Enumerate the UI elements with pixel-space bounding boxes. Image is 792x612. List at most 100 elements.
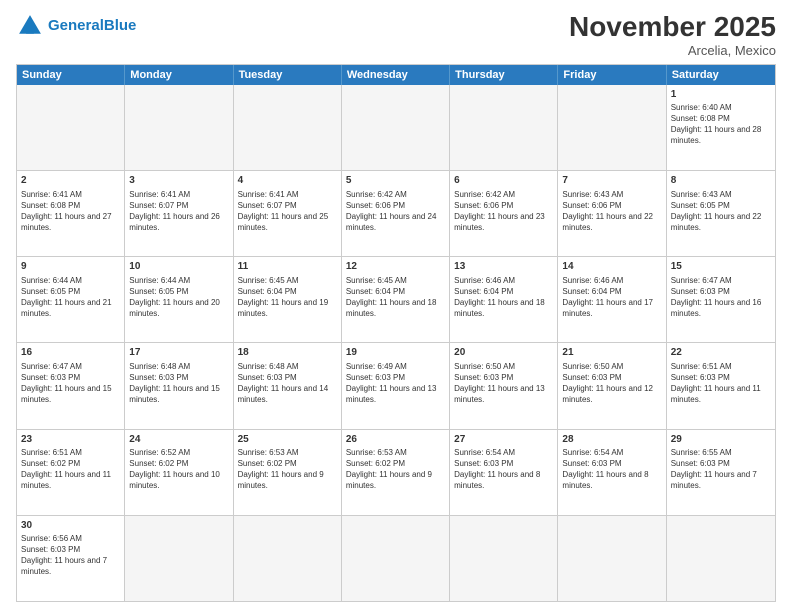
- logo-blue: Blue: [104, 17, 137, 34]
- daylight-text: Daylight: 11 hours and 7 minutes.: [21, 556, 107, 576]
- daylight-text: Daylight: 11 hours and 22 minutes.: [671, 212, 762, 232]
- daylight-text: Daylight: 11 hours and 9 minutes.: [346, 470, 432, 490]
- date-cell-5: 5 Sunrise: 6:42 AM Sunset: 6:06 PM Daylight…: [342, 171, 450, 256]
- logo-text: GeneralBlue: [48, 18, 136, 35]
- sunrise-text: Sunrise: 6:54 AM: [454, 448, 515, 457]
- sunrise-text: Sunrise: 6:42 AM: [346, 190, 407, 199]
- date-number: 10: [129, 260, 228, 274]
- sunset-text: Sunset: 6:03 PM: [454, 459, 513, 468]
- cell-info: Sunrise: 6:46 AMSunset: 6:04 PMDaylight:…: [562, 275, 661, 319]
- sunset-text: Sunset: 6:08 PM: [671, 114, 730, 123]
- daylight-text: Daylight: 11 hours and 19 minutes.: [238, 298, 329, 318]
- sunset-text: Sunset: 6:03 PM: [562, 459, 621, 468]
- date-cell-11: 11 Sunrise: 6:45 AM Sunset: 6:04 PM Dayligh…: [234, 257, 342, 342]
- date-cell-30: 30Sunrise: 6:56 AMSunset: 6:03 PMDayligh…: [17, 516, 125, 601]
- date-number: 1: [671, 88, 771, 102]
- cell-info: Sunrise: 6:42 AMSunset: 6:06 PMDaylight:…: [454, 189, 553, 233]
- day-header-sunday: Sunday: [17, 65, 125, 85]
- daylight-text: Daylight: 11 hours and 11 minutes.: [21, 470, 111, 490]
- header: GeneralBlue November 2025 Arcelia, Mexic…: [16, 12, 776, 58]
- sunrise-text: Sunrise: 6:45 AM: [238, 276, 299, 285]
- empty-cell: [558, 85, 666, 170]
- sunset-text: Sunset: 6:02 PM: [238, 459, 297, 468]
- date-number: 22: [671, 346, 771, 360]
- cell-info: Sunrise: 6:53 AMSunset: 6:02 PMDaylight:…: [238, 447, 337, 491]
- sunset-text: Sunset: 6:03 PM: [238, 373, 297, 382]
- sunrise-text: Sunrise: 6:44 AM: [129, 276, 190, 285]
- cell-info: Sunrise: 6:45 AMSunset: 6:04 PMDaylight:…: [346, 275, 445, 319]
- cell-info: Sunrise: 6:50 AMSunset: 6:03 PMDaylight:…: [562, 361, 661, 405]
- daylight-text: Daylight: 11 hours and 8 minutes.: [454, 470, 540, 490]
- date-cell-4: 4Sunrise: 6:41 AMSunset: 6:07 PMDaylight…: [234, 171, 342, 256]
- sunrise-text: Sunrise: 6:40 AM: [671, 103, 732, 112]
- empty-cell: [450, 85, 558, 170]
- daylight-text: Daylight: 11 hours and 21 minutes.: [21, 298, 112, 318]
- date-cell-28: 28Sunrise: 6:54 AMSunset: 6:03 PMDayligh…: [558, 430, 666, 515]
- daylight-text: Daylight: 11 hours and 8 minutes.: [562, 470, 648, 490]
- daylight-text: Daylight: 11 hours and 13 minutes.: [454, 384, 545, 404]
- date-number: 20: [454, 346, 553, 360]
- day-header-wednesday: Wednesday: [342, 65, 450, 85]
- daylight-text: Daylight: 11 hours and 11 minutes.: [671, 384, 761, 404]
- sunset-text: Sunset: 6:03 PM: [346, 373, 405, 382]
- empty-cell: [125, 85, 233, 170]
- date-number: 11: [238, 260, 337, 274]
- sunset-text: Sunset: 6:02 PM: [129, 459, 188, 468]
- sunset-text: Sunset: 6:04 PM: [238, 287, 297, 296]
- date-cell-6: 6Sunrise: 6:42 AMSunset: 6:06 PMDaylight…: [450, 171, 558, 256]
- sunset-text: Sunset: 6:03 PM: [454, 373, 513, 382]
- date-number: 15: [671, 260, 771, 274]
- sunset-text: Sunset: 6:02 PM: [346, 459, 405, 468]
- daylight-text: Daylight: 11 hours and 16 minutes.: [671, 298, 762, 318]
- date-cell-25: 25Sunrise: 6:53 AMSunset: 6:02 PMDayligh…: [234, 430, 342, 515]
- date-cell-8: 8Sunrise: 6:43 AMSunset: 6:05 PMDaylight…: [667, 171, 775, 256]
- calendar-row-5: 30Sunrise: 6:56 AMSunset: 6:03 PMDayligh…: [17, 515, 775, 601]
- sunrise-text: Sunrise: 6:47 AM: [21, 362, 82, 371]
- empty-cell: [342, 85, 450, 170]
- date-cell-14: 14Sunrise: 6:46 AMSunset: 6:04 PMDayligh…: [558, 257, 666, 342]
- date-number: 4: [238, 174, 337, 188]
- cell-info: Sunrise: 6:44 AMSunset: 6:05 PMDaylight:…: [21, 275, 120, 319]
- sunrise-text: Sunrise: 6:55 AM: [671, 448, 732, 457]
- daylight-text: Daylight: 11 hours and 25 minutes.: [238, 212, 329, 232]
- date-number: 5: [346, 174, 445, 188]
- cell-info: Sunrise: 6:54 AM Sunset: 6:03 PM Daylight:…: [454, 447, 553, 491]
- date-number: 16: [21, 346, 120, 360]
- date-number: 14: [562, 260, 661, 274]
- date-cell-22: 22Sunrise: 6:51 AMSunset: 6:03 PMDayligh…: [667, 343, 775, 428]
- date-number: 9: [21, 260, 120, 274]
- empty-cell: [125, 516, 233, 601]
- date-cell-21: 21Sunrise: 6:50 AMSunset: 6:03 PMDayligh…: [558, 343, 666, 428]
- cell-info: Sunrise: 6:45 AM Sunset: 6:04 PM Daylight:…: [238, 275, 337, 319]
- cell-info: Sunrise: 6:44 AMSunset: 6:05 PMDaylight:…: [129, 275, 228, 319]
- empty-cell: [342, 516, 450, 601]
- cell-info: Sunrise: 6:53 AMSunset: 6:02 PMDaylight:…: [346, 447, 445, 491]
- cell-info: Sunrise: 6:55 AMSunset: 6:03 PMDaylight:…: [671, 447, 771, 491]
- date-cell-10: 10Sunrise: 6:44 AMSunset: 6:05 PMDayligh…: [125, 257, 233, 342]
- date-number: 17: [129, 346, 228, 360]
- month-title: November 2025: [569, 12, 776, 43]
- daylight-text: Daylight: 11 hours and 22 minutes.: [562, 212, 653, 232]
- cell-info: Sunrise: 6:48 AMSunset: 6:03 PMDaylight:…: [129, 361, 228, 405]
- daylight-text: Daylight: 11 hours and 24 minutes.: [346, 212, 437, 232]
- date-number: 21: [562, 346, 661, 360]
- date-cell-7: 7Sunrise: 6:43 AMSunset: 6:06 PMDaylight…: [558, 171, 666, 256]
- empty-cell: [558, 516, 666, 601]
- cell-info: Sunrise: 6:41 AMSunset: 6:07 PMDaylight:…: [129, 189, 228, 233]
- cell-info: Sunrise: 6:41 AMSunset: 6:08 PMDaylight:…: [21, 189, 120, 233]
- sunset-text: Sunset: 6:06 PM: [346, 201, 405, 210]
- sunrise-text: Sunrise: 6:54 AM: [562, 448, 623, 457]
- date-number: 23: [21, 433, 120, 447]
- sunrise-text: Sunrise: 6:41 AM: [238, 190, 299, 199]
- daylight-text: Daylight: 11 hours and 15 minutes.: [129, 384, 220, 404]
- page: GeneralBlue November 2025 Arcelia, Mexic…: [0, 0, 792, 612]
- calendar-body: 1Sunrise: 6:40 AM Sunset: 6:08 PM Daylight…: [17, 85, 775, 601]
- day-header-friday: Friday: [558, 65, 666, 85]
- date-number: 2: [21, 174, 120, 188]
- sunrise-text: Sunrise: 6:46 AM: [454, 276, 515, 285]
- date-cell-16: 16Sunrise: 6:47 AMSunset: 6:03 PMDayligh…: [17, 343, 125, 428]
- daylight-text: Daylight: 11 hours and 10 minutes.: [129, 470, 220, 490]
- sunset-text: Sunset: 6:06 PM: [562, 201, 621, 210]
- calendar-row-0: 1Sunrise: 6:40 AMSunset: 6:08 PMDaylight…: [17, 85, 775, 170]
- cell-info: Sunrise: 6:51 AMSunset: 6:03 PMDaylight:…: [671, 361, 771, 405]
